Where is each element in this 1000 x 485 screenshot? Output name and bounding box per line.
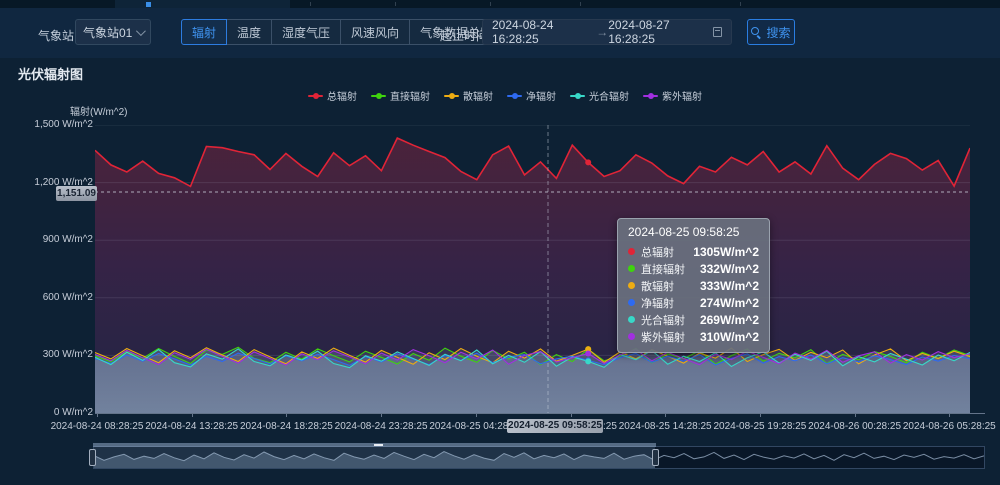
date-range-picker[interactable]: 2024-08-24 16:28:25 → 2024-08-27 16:28:2… <box>482 19 732 45</box>
x-axis-line <box>95 413 985 414</box>
x-axis-label: 2024-08-24 18:28:25 <box>231 421 341 432</box>
legend-marker-icon <box>643 95 658 97</box>
y-axis-label: 0 W/m^2 <box>13 407 93 418</box>
legend-marker-icon <box>308 95 323 97</box>
start-date-value: 2024-08-24 16:28:25 <box>492 18 596 46</box>
tooltip-row: 紫外辐射310W/m^2 <box>628 328 759 345</box>
tab-humidity-pressure[interactable]: 湿度气压 <box>271 19 341 45</box>
hover-point <box>585 159 591 165</box>
legend-marker-icon <box>570 95 585 97</box>
x-axis-tick <box>97 413 98 417</box>
y-axis-label: 1,500 W/m^2 <box>13 119 93 130</box>
tab-wind[interactable]: 风速风向 <box>340 19 410 45</box>
x-axis-label: 2024-08-24 23:28:25 <box>326 421 436 432</box>
tooltip-row: 净辐射274W/m^2 <box>628 294 759 311</box>
legend-item-photosynthetic[interactable]: 光合辐射 <box>570 88 629 103</box>
datazoom-left-handle[interactable] <box>89 449 96 466</box>
series-dot-icon <box>628 248 635 255</box>
y-axis-pointer-label: 1,151.09 <box>56 186 97 201</box>
search-button-label: 搜索 <box>766 24 790 41</box>
legend-item-direct[interactable]: 直接辐射 <box>371 88 430 103</box>
tooltip-title: 2024-08-25 09:58:25 <box>628 225 759 239</box>
tooltip-row: 直接辐射332W/m^2 <box>628 260 759 277</box>
datazoom-slider[interactable] <box>93 446 985 469</box>
chart-tooltip: 2024-08-25 09:58:25 总辐射1305W/m^2 直接辐射332… <box>617 218 770 353</box>
y-axis-name: 辐射(W/m^2) <box>70 103 127 118</box>
datazoom-grip-icon <box>374 444 383 446</box>
legend-item-uv[interactable]: 紫外辐射 <box>643 88 702 103</box>
x-axis-tick <box>571 413 572 417</box>
legend-marker-icon <box>444 95 459 97</box>
x-axis-label: 2024-08-25 19:28:25 <box>705 421 815 432</box>
filter-bar: 气象站 气象站01 辐射 温度 湿度气压 风速风向 气象数据总览 起止时间 20… <box>0 8 1000 58</box>
browser-tab-strip <box>0 0 1000 8</box>
x-axis-tick <box>381 413 382 417</box>
hover-point <box>585 358 591 364</box>
series-dot-icon <box>628 265 635 272</box>
y-axis-label: 900 W/m^2 <box>13 234 93 245</box>
x-axis-pointer-label: 2024-08-25 09:58:25 <box>507 419 603 433</box>
hover-point <box>585 351 591 357</box>
tab-separator <box>490 2 491 6</box>
tab-favicon-icon <box>146 2 151 7</box>
x-axis-label: 2024-08-26 00:28:25 <box>800 421 910 432</box>
calendar-icon <box>713 27 722 37</box>
station-select[interactable]: 气象站01 <box>75 19 151 45</box>
browser-active-tab[interactable] <box>115 0 290 8</box>
arrow-right-icon: → <box>596 25 608 39</box>
station-select-value: 气象站01 <box>83 24 136 41</box>
series-dot-icon <box>628 282 635 289</box>
x-axis-tick <box>855 413 856 417</box>
tab-separator <box>310 2 311 6</box>
search-icon <box>751 27 762 38</box>
tab-separator <box>395 2 396 6</box>
radiation-line-chart[interactable] <box>95 125 970 413</box>
chart-title: 光伏辐射图 <box>18 64 83 83</box>
tab-separator <box>580 2 581 6</box>
x-axis-tick <box>476 413 477 417</box>
tab-radiation[interactable]: 辐射 <box>181 19 227 45</box>
legend-item-scattered[interactable]: 散辐射 <box>444 88 493 103</box>
x-axis-tick <box>286 413 287 417</box>
tab-separator <box>740 2 741 6</box>
end-date-value: 2024-08-27 16:28:25 <box>608 18 712 46</box>
tooltip-row: 散辐射333W/m^2 <box>628 277 759 294</box>
legend-marker-icon <box>507 95 522 97</box>
x-axis-label: 2024-08-26 05:28:25 <box>894 421 1000 432</box>
legend-item-total[interactable]: 总辐射 <box>308 88 357 103</box>
tooltip-row: 总辐射1305W/m^2 <box>628 243 759 260</box>
chart-legend: 总辐射 直接辐射 散辐射 净辐射 光合辐射 紫外辐射 <box>308 88 702 103</box>
station-label: 气象站 <box>38 27 74 44</box>
datazoom-unselected-region <box>655 447 984 468</box>
legend-item-net[interactable]: 净辐射 <box>507 88 556 103</box>
datazoom-right-handle[interactable] <box>652 449 659 466</box>
series-dot-icon <box>628 299 635 306</box>
datazoom-overview-chart <box>94 447 984 468</box>
tab-temperature[interactable]: 温度 <box>226 19 272 45</box>
x-axis-tick <box>760 413 761 417</box>
x-axis-tick <box>192 413 193 417</box>
x-axis-tick <box>949 413 950 417</box>
series-dot-icon <box>628 333 635 340</box>
time-range-label: 起止时间 <box>440 27 488 44</box>
y-axis-label: 300 W/m^2 <box>13 349 93 360</box>
search-button[interactable]: 搜索 <box>747 19 795 45</box>
x-axis-tick <box>665 413 666 417</box>
x-axis-label: 2024-08-25 14:28:25 <box>610 421 720 432</box>
x-axis-label: 2024-08-24 13:28:25 <box>137 421 247 432</box>
series-dot-icon <box>628 316 635 323</box>
x-axis-label: 2024-08-24 08:28:25 <box>42 421 152 432</box>
y-axis-label: 600 W/m^2 <box>13 292 93 303</box>
legend-marker-icon <box>371 95 386 97</box>
tooltip-row: 光合辐射269W/m^2 <box>628 311 759 328</box>
chevron-down-icon <box>136 26 146 36</box>
